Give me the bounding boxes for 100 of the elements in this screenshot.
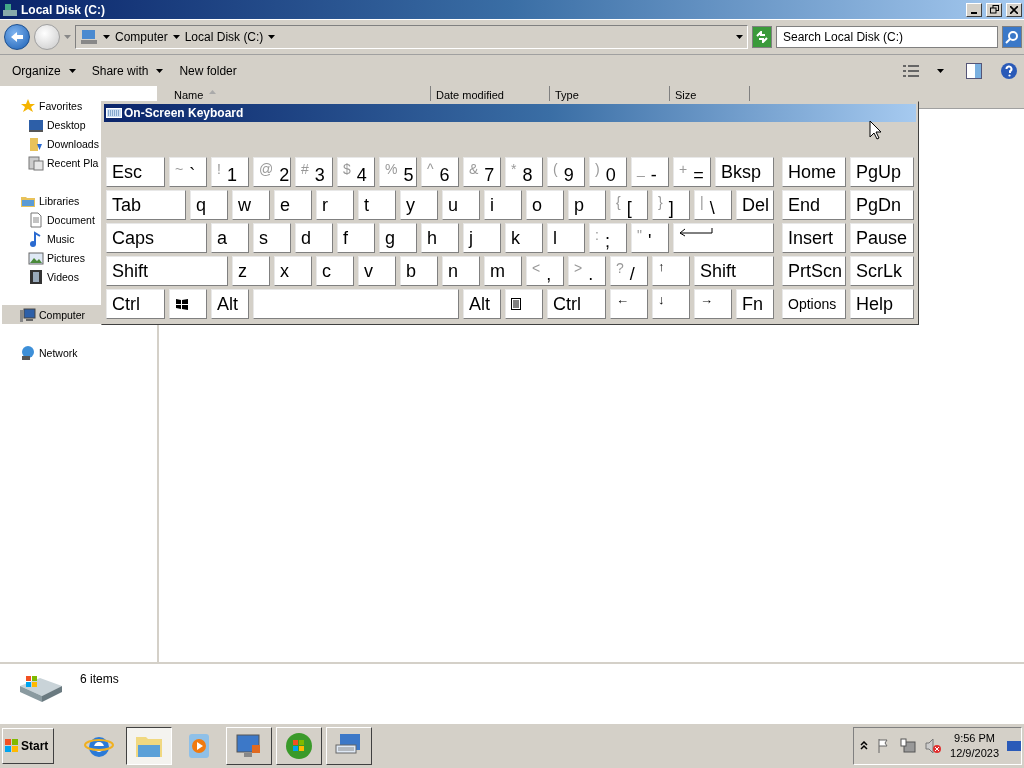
keyboard-key[interactable]: e <box>274 190 312 220</box>
keyboard-key[interactable]: + = <box>673 157 711 187</box>
keyboard-key[interactable]: Options <box>782 289 846 319</box>
keyboard-key[interactable]: i <box>484 190 522 220</box>
keyboard-key[interactable]: Alt <box>463 289 501 319</box>
refresh-button[interactable] <box>752 26 772 48</box>
keyboard-key[interactable]: * 8 <box>505 157 543 187</box>
keyboard-key[interactable]: Ctrl <box>106 289 165 319</box>
space-key[interactable] <box>253 289 459 319</box>
back-button[interactable] <box>4 24 30 50</box>
keyboard-key[interactable]: ~ ` <box>169 157 207 187</box>
keyboard-key[interactable]: PrtScn <box>782 256 846 286</box>
keyboard-key[interactable]: l <box>547 223 585 253</box>
keyboard-key[interactable]: " ' <box>631 223 669 253</box>
keyboard-key[interactable]: v <box>358 256 396 286</box>
keyboard-key[interactable]: Insert <box>782 223 846 253</box>
keyboard-key[interactable]: n <box>442 256 480 286</box>
keyboard-key[interactable]: PgUp <box>850 157 914 187</box>
keyboard-key[interactable]: z <box>232 256 270 286</box>
breadcrumb[interactable]: Local Disk (C:) <box>184 30 264 44</box>
keyboard-key[interactable]: ^ 6 <box>421 157 459 187</box>
keyboard-key[interactable]: ScrLk <box>850 256 914 286</box>
keyboard-key[interactable]: } ] <box>652 190 690 220</box>
keyboard-key[interactable]: Tab <box>106 190 186 220</box>
keyboard-key[interactable]: Pause <box>850 223 914 253</box>
taskbar-button[interactable] <box>126 727 172 765</box>
keyboard-key[interactable]: k <box>505 223 543 253</box>
keyboard-key[interactable]: Shift <box>106 256 228 286</box>
search-button[interactable] <box>1002 26 1022 48</box>
keyboard-key[interactable]: d <box>295 223 333 253</box>
restore-button[interactable] <box>986 2 1002 17</box>
muted-speaker-icon[interactable] <box>924 738 943 754</box>
keyboard-key[interactable]: Caps <box>106 223 207 253</box>
keyboard-key[interactable]: # 3 <box>295 157 333 187</box>
keyboard-key[interactable]: _ - <box>631 157 669 187</box>
keyboard-key[interactable]: → <box>694 289 732 319</box>
show-desktop-icon[interactable] <box>1007 738 1021 754</box>
keyboard-key[interactable]: h <box>421 223 459 253</box>
keyboard-key[interactable]: Bksp <box>715 157 774 187</box>
close-button[interactable] <box>1006 2 1022 17</box>
keyboard-key[interactable]: b <box>400 256 438 286</box>
keyboard-key[interactable]: & 7 <box>463 157 501 187</box>
keyboard-key[interactable]: f <box>337 223 375 253</box>
keyboard-key[interactable]: g <box>379 223 417 253</box>
chevron-up-icon[interactable] <box>860 741 869 751</box>
toolbar-button[interactable]: Organize <box>6 60 82 81</box>
keyboard-key[interactable]: j <box>463 223 501 253</box>
keyboard-key[interactable]: PgDn <box>850 190 914 220</box>
keyboard-key[interactable]: { [ <box>610 190 648 220</box>
keyboard-key[interactable]: $ 4 <box>337 157 375 187</box>
sidebar-item[interactable]: Network <box>2 343 155 362</box>
toolbar-button[interactable]: New folder <box>173 60 243 81</box>
keyboard-key[interactable]: ( 9 <box>547 157 585 187</box>
keyboard-key[interactable]: Alt <box>211 289 249 319</box>
address-field[interactable]: Computer Local Disk (C:) <box>75 25 748 49</box>
start-button[interactable]: Start <box>2 728 54 764</box>
breadcrumb[interactable]: Computer <box>115 30 168 44</box>
keyboard-key[interactable]: u <box>442 190 480 220</box>
keyboard-key[interactable]: ? / <box>610 256 648 286</box>
keyboard-key[interactable]: Ctrl <box>547 289 606 319</box>
keyboard-key[interactable]: t <box>358 190 396 220</box>
keyboard-key[interactable]: Esc <box>106 157 165 187</box>
keyboard-key[interactable]: ↓ <box>652 289 690 319</box>
keyboard-key[interactable]: q <box>190 190 228 220</box>
keyboard-key[interactable] <box>505 289 543 319</box>
clock-time[interactable]: 9:56 PM <box>954 731 995 746</box>
keyboard-key[interactable]: @ 2 <box>253 157 291 187</box>
clock-date[interactable]: 12/9/2023 <box>950 746 999 761</box>
minimize-button[interactable] <box>966 2 982 17</box>
keyboard-key[interactable]: % 5 <box>379 157 417 187</box>
keyboard-key[interactable]: > . <box>568 256 606 286</box>
keyboard-key[interactable]: : ; <box>589 223 627 253</box>
keyboard-key[interactable]: p <box>568 190 606 220</box>
view-list-icon[interactable] <box>903 64 919 77</box>
keyboard-key[interactable]: c <box>316 256 354 286</box>
keyboard-key[interactable]: o <box>526 190 564 220</box>
keyboard-key[interactable]: Shift <box>694 256 774 286</box>
preview-pane-icon[interactable] <box>966 62 982 79</box>
network-icon[interactable] <box>900 738 917 754</box>
keyboard-key[interactable]: | \ <box>694 190 732 220</box>
keyboard-key[interactable]: Home <box>782 157 846 187</box>
keyboard-key[interactable]: Help <box>850 289 914 319</box>
keyboard-key[interactable]: ! 1 <box>211 157 249 187</box>
keyboard-key[interactable] <box>169 289 207 319</box>
keyboard-key[interactable]: ↑ <box>652 256 690 286</box>
keyboard-key[interactable]: a <box>211 223 249 253</box>
keyboard-key[interactable]: r <box>316 190 354 220</box>
keyboard-key[interactable]: s <box>253 223 291 253</box>
keyboard-key[interactable]: ← <box>610 289 648 319</box>
toolbar-button[interactable]: Share with <box>85 60 170 81</box>
keyboard-key[interactable]: y <box>400 190 438 220</box>
help-icon[interactable] <box>1000 61 1018 80</box>
keyboard-key[interactable]: m <box>484 256 522 286</box>
keyboard-key[interactable]: ) 0 <box>589 157 627 187</box>
keyboard-key[interactable]: < , <box>526 256 564 286</box>
keyboard-key[interactable]: End <box>782 190 846 220</box>
keyboard-key[interactable]: x <box>274 256 312 286</box>
keyboard-key[interactable]: Del <box>736 190 774 220</box>
keyboard-key[interactable]: Fn <box>736 289 774 319</box>
search-field[interactable]: Search Local Disk (C:) <box>776 26 998 48</box>
